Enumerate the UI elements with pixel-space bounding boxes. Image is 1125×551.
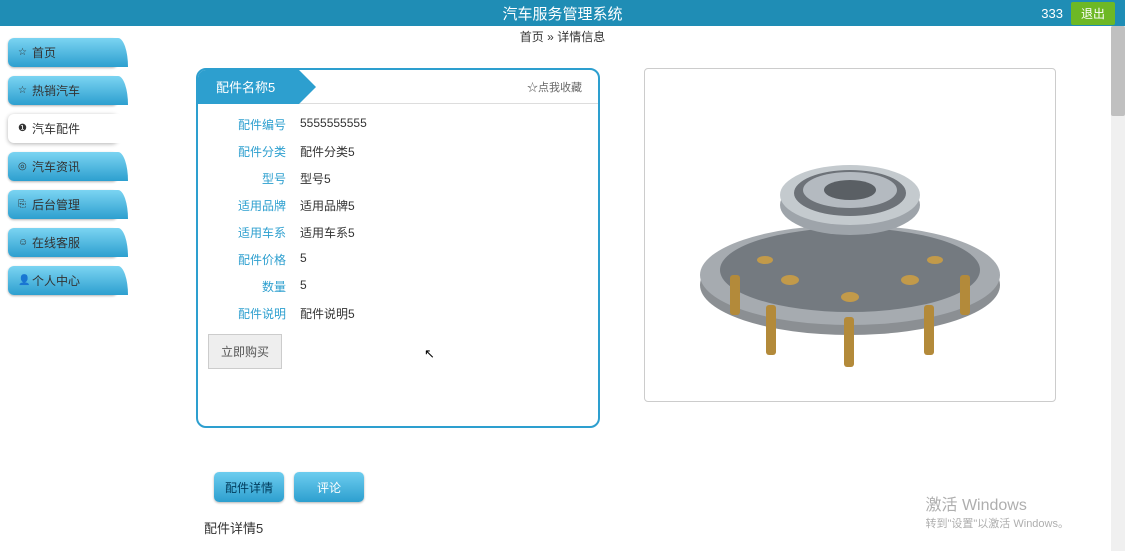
detail-row-category: 配件分类 配件分类5	[222, 143, 574, 160]
detail-row-model: 型号 型号5	[222, 170, 574, 187]
detail-label: 数量	[222, 278, 300, 295]
detail-value: 型号5	[300, 170, 331, 187]
sidebar-item-news[interactable]: ◎ 汽车资讯	[8, 152, 118, 181]
user-name[interactable]: 333	[1041, 6, 1063, 21]
watermark-line2: 转到"设置"以激活 Windows。	[926, 515, 1070, 531]
detail-value: 5555555555	[300, 116, 367, 133]
top-bar: 汽车服务管理系统 333 退出	[0, 0, 1125, 26]
tab-detail[interactable]: 配件详情	[214, 472, 284, 502]
sidebar-item-support[interactable]: ☺ 在线客服	[8, 228, 118, 257]
admin-icon: ⎘	[18, 199, 26, 210]
sidebar-item-label: 在线客服	[32, 234, 80, 251]
detail-value: 5	[300, 278, 307, 295]
parts-icon: ❶	[18, 123, 27, 134]
detail-row-qty: 数量 5	[222, 278, 574, 295]
detail-value: 配件说明5	[300, 305, 355, 322]
topbar-right: 333 退出	[1041, 2, 1115, 25]
main-content: 配件名称5 ☆点我收藏 配件编号 5555555555 配件分类 配件分类5 型…	[126, 26, 1125, 551]
watermark-line1: 激活 Windows	[926, 491, 1070, 515]
detail-value: 适用车系5	[300, 224, 355, 241]
detail-row-brand: 适用品牌 适用品牌5	[222, 197, 574, 214]
support-icon: ☺	[18, 237, 28, 248]
wheel-hub-icon	[670, 85, 1030, 385]
sidebar-item-profile[interactable]: 👤 个人中心	[8, 266, 118, 295]
detail-row-desc: 配件说明 配件说明5	[222, 305, 574, 322]
profile-icon: 👤	[18, 275, 30, 286]
scrollbar-thumb[interactable]	[1111, 26, 1125, 116]
sidebar-item-label: 汽车配件	[32, 120, 80, 137]
tab-comment[interactable]: 评论	[294, 472, 364, 502]
detail-value: 适用品牌5	[300, 197, 355, 214]
home-icon: ☆	[18, 47, 27, 58]
detail-row-price: 配件价格 5	[222, 251, 574, 268]
scrollbar[interactable]	[1111, 26, 1125, 551]
detail-label: 配件价格	[222, 251, 300, 268]
detail-label: 型号	[222, 170, 300, 187]
sidebar-item-label: 后台管理	[32, 196, 80, 213]
sidebar-item-admin[interactable]: ⎘ 后台管理	[8, 190, 118, 219]
detail-row-code: 配件编号 5555555555	[222, 116, 574, 133]
logout-button[interactable]: 退出	[1071, 2, 1115, 25]
info-card: 配件名称5 ☆点我收藏 配件编号 5555555555 配件分类 配件分类5 型…	[196, 68, 600, 428]
sidebar-item-parts[interactable]: ❶ 汽车配件	[8, 114, 118, 143]
detail-row-series: 适用车系 适用车系5	[222, 224, 574, 241]
detail-label: 配件说明	[222, 305, 300, 322]
detail-label: 适用品牌	[222, 197, 300, 214]
detail-label: 配件分类	[222, 143, 300, 160]
sidebar-item-label: 热销汽车	[32, 82, 80, 99]
detail-label: 配件编号	[222, 116, 300, 133]
sidebar-item-label: 首页	[32, 44, 56, 61]
sidebar: ☆ 首页 ☆ 热销汽车 ❶ 汽车配件 ◎ 汽车资讯 ⎘ 后台管理 ☺ 在线客服 …	[0, 26, 126, 551]
sidebar-item-home[interactable]: ☆ 首页	[8, 38, 118, 67]
sidebar-item-label: 个人中心	[32, 272, 80, 289]
detail-value: 5	[300, 251, 307, 268]
card-header: 配件名称5 ☆点我收藏	[198, 70, 598, 104]
card-title-text: 配件名称5	[216, 77, 275, 96]
product-image	[644, 68, 1056, 402]
buy-now-button[interactable]: 立即购买	[208, 334, 282, 369]
sidebar-item-label: 汽车资讯	[32, 158, 80, 175]
app-title: 汽车服务管理系统	[502, 3, 622, 24]
card-title: 配件名称5	[198, 70, 299, 104]
sidebar-item-hotcars[interactable]: ☆ 热销汽车	[8, 76, 118, 105]
favorite-button[interactable]: ☆点我收藏	[527, 79, 598, 95]
detail-value: 配件分类5	[300, 143, 355, 160]
windows-watermark: 激活 Windows 转到"设置"以激活 Windows。	[926, 491, 1070, 531]
detail-label: 适用车系	[222, 224, 300, 241]
news-icon: ◎	[18, 161, 27, 172]
detail-table: 配件编号 5555555555 配件分类 配件分类5 型号 型号5 适用品牌 适…	[198, 104, 598, 322]
hot-icon: ☆	[18, 85, 27, 96]
